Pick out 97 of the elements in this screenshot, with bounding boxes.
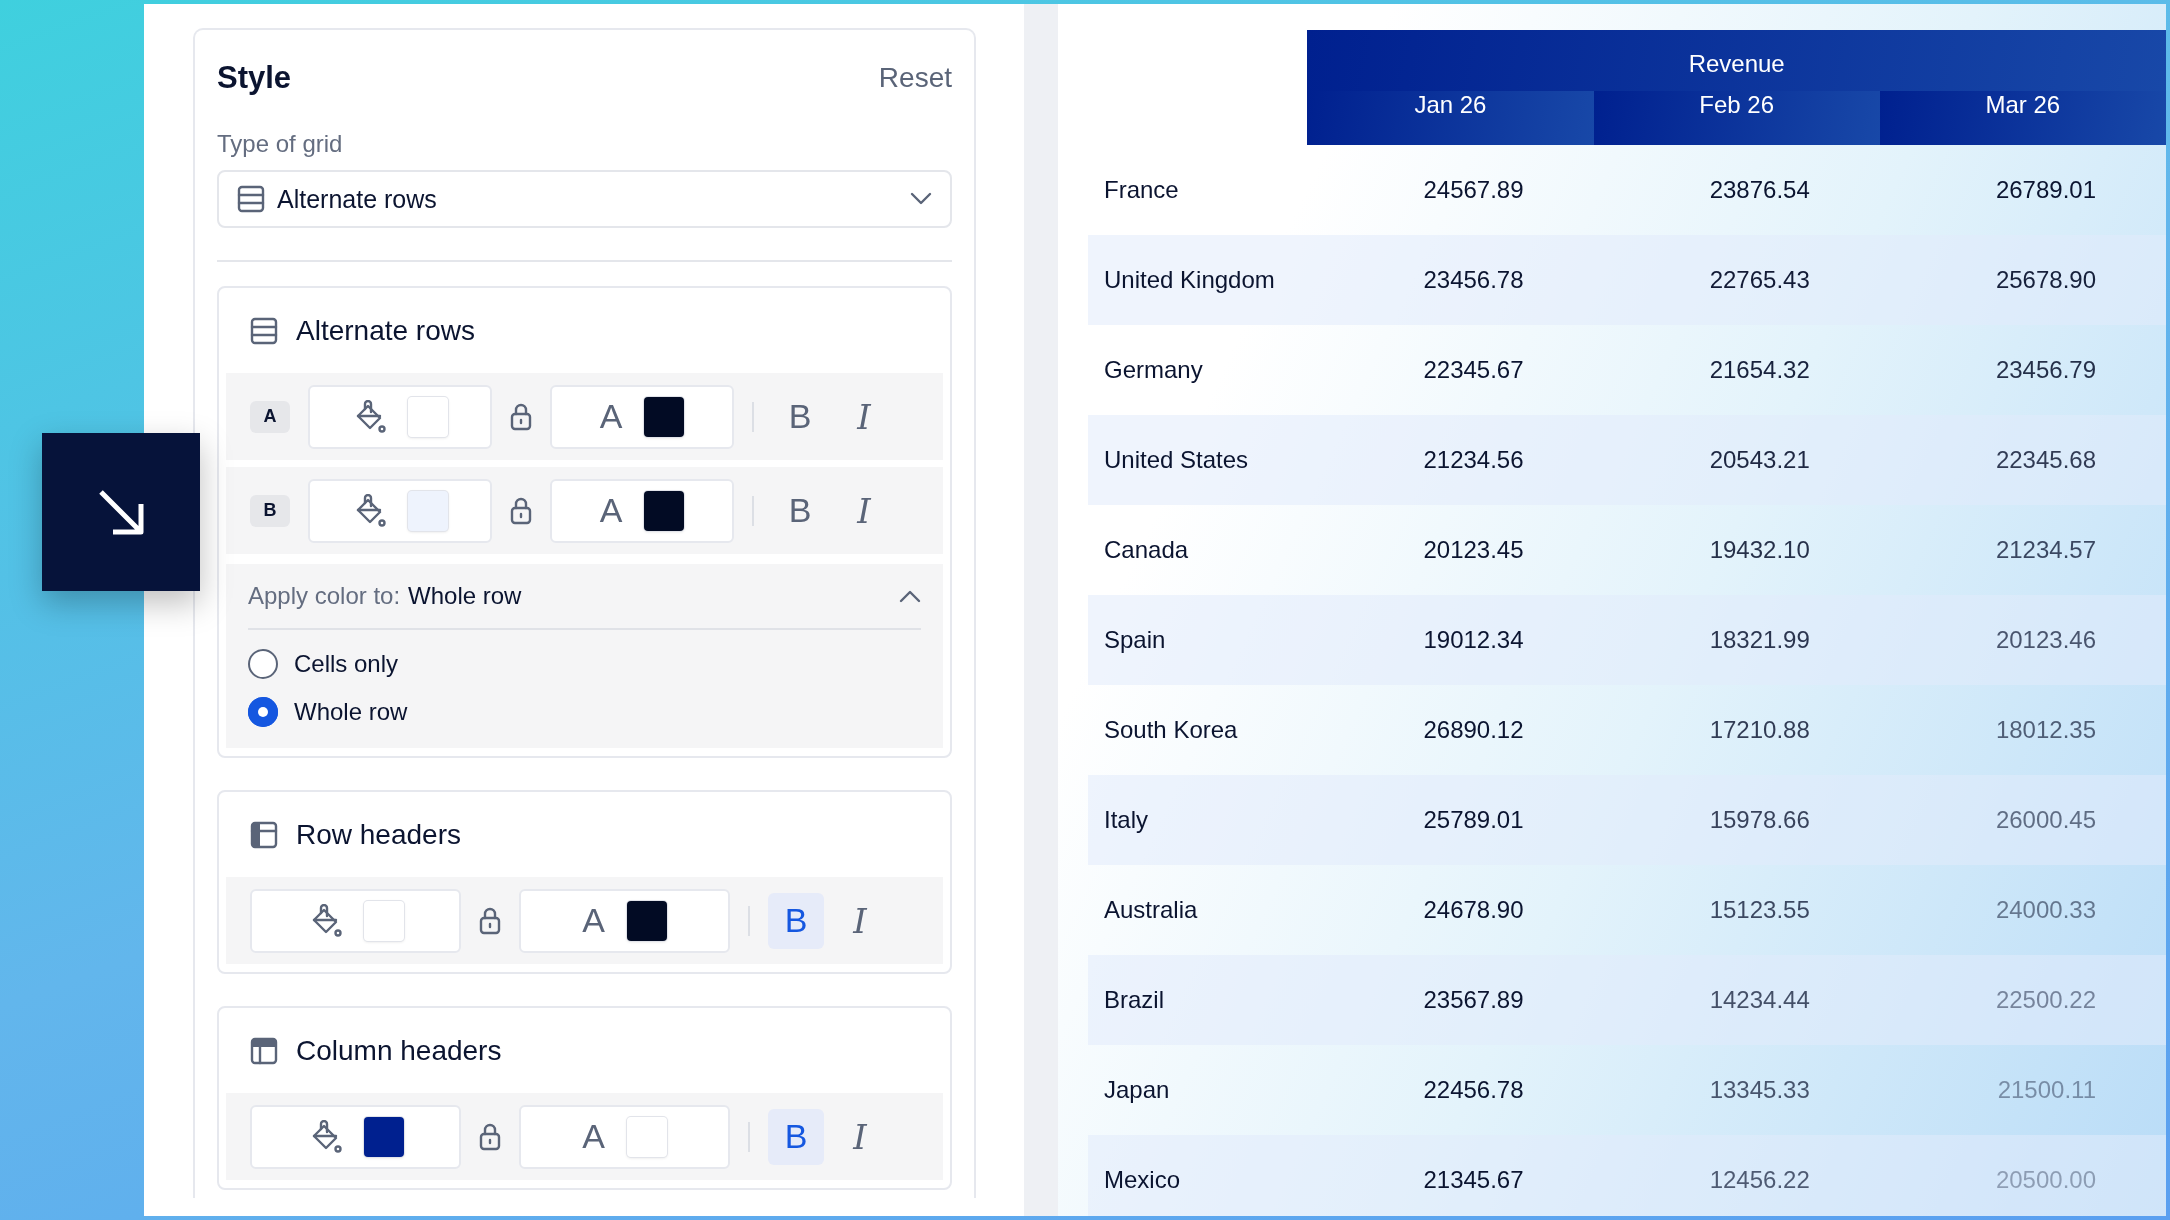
row-header: Mexico	[1088, 1135, 1308, 1216]
grid-type-dropdown[interactable]: Alternate rows	[217, 170, 952, 228]
fill-color-picker[interactable]	[308, 384, 492, 449]
italic-button[interactable]: I	[836, 388, 892, 445]
column-header-icon	[250, 1037, 278, 1065]
group-header: Revenue	[1307, 30, 2166, 91]
table-cell: 21654.32	[1593, 325, 1880, 415]
bold-button[interactable]: B	[772, 482, 828, 539]
table-cell: 15978.66	[1593, 775, 1880, 865]
table-cell: 25789.01	[1307, 775, 1594, 865]
rows-grid-icon	[250, 317, 278, 345]
table-cell: 21500.11	[1879, 1045, 2166, 1135]
font-color-label: A	[582, 1117, 605, 1156]
bold-button[interactable]: B	[772, 388, 828, 445]
text-color-picker[interactable]: A	[519, 888, 730, 953]
rows-grid-icon	[237, 185, 265, 213]
fill-color-picker[interactable]	[250, 888, 461, 953]
table-cell: 25678.90	[1879, 235, 2166, 325]
text-color-picker[interactable]: A	[519, 1104, 730, 1169]
italic-button[interactable]: I	[836, 482, 892, 539]
font-color-label: A	[599, 491, 623, 530]
table-cell: 22345.67	[1307, 325, 1594, 415]
table-cell: 18321.99	[1593, 595, 1880, 685]
fill-color-picker[interactable]	[308, 478, 492, 543]
row-header: Japan	[1088, 1045, 1308, 1135]
row-header: Australia	[1088, 865, 1308, 955]
italic-button[interactable]: I	[832, 1108, 888, 1165]
table-cell: 26890.12	[1307, 685, 1594, 775]
radio-button[interactable]	[248, 649, 278, 679]
table-cell: 13345.33	[1593, 1045, 1880, 1135]
row-header: Brazil	[1088, 955, 1308, 1045]
dropdown-value: Alternate rows	[277, 184, 438, 214]
table-cell: 21345.67	[1307, 1135, 1594, 1216]
row-header: France	[1088, 145, 1308, 235]
chevron-down-icon	[910, 192, 932, 206]
table-cell: 12456.22	[1593, 1135, 1880, 1216]
column-header: Jan 26	[1307, 91, 1594, 145]
font-color-label: A	[599, 397, 623, 436]
chevron-up-icon	[899, 589, 921, 603]
lock-icon[interactable]	[478, 905, 502, 936]
row-header: United Kingdom	[1088, 235, 1308, 325]
table-cell: 22765.43	[1593, 235, 1880, 325]
table-cell: 21234.56	[1307, 415, 1594, 505]
table-cell: 21234.57	[1879, 505, 2166, 595]
section-title: Alternate rows	[296, 315, 475, 347]
field-label: Type of grid	[217, 130, 344, 158]
table-cell: 24000.33	[1879, 865, 2166, 955]
radio-label[interactable]: Cells only	[294, 650, 399, 678]
table-cell: 20123.46	[1879, 595, 2166, 685]
text-color-picker[interactable]: A	[550, 384, 734, 449]
table-cell: 20123.45	[1307, 505, 1594, 595]
table-cell: 23456.79	[1879, 325, 2166, 415]
lock-icon[interactable]	[509, 401, 533, 432]
table-cell: 23876.54	[1593, 145, 1880, 235]
bold-button[interactable]: B	[768, 1108, 824, 1165]
row-badge: B	[250, 494, 290, 527]
table-cell: 19012.34	[1307, 595, 1594, 685]
section-title: Row headers	[296, 819, 461, 851]
table-cell: 26000.45	[1879, 775, 2166, 865]
table-cell: 15123.55	[1593, 865, 1880, 955]
reset-button[interactable]: Reset	[878, 62, 952, 94]
table-cell: 24678.90	[1307, 865, 1594, 955]
font-color-label: A	[582, 901, 605, 940]
radio-button[interactable]	[248, 697, 278, 727]
bold-button[interactable]: B	[768, 892, 824, 949]
apply-color-toggle[interactable]: Apply color to: Whole row	[248, 564, 921, 628]
table-cell: 19432.10	[1593, 505, 1880, 595]
lock-icon[interactable]	[509, 495, 533, 526]
table-cell: 22345.68	[1879, 415, 2166, 505]
row-header: Italy	[1088, 775, 1308, 865]
row-header-icon	[250, 821, 278, 849]
row-header: United States	[1088, 415, 1308, 505]
table-cell: 14234.44	[1593, 955, 1880, 1045]
table-cell: 23567.89	[1307, 955, 1594, 1045]
italic-button[interactable]: I	[832, 892, 888, 949]
table-cell: 18012.35	[1879, 685, 2166, 775]
table-cell: 23456.78	[1307, 235, 1594, 325]
column-header: Feb 26	[1593, 91, 1880, 145]
table-cell: 22456.78	[1307, 1045, 1594, 1135]
row-header: Canada	[1088, 505, 1308, 595]
table-cell: 20543.21	[1593, 415, 1880, 505]
row-badge: A	[250, 400, 290, 433]
table-cell: 22500.22	[1879, 955, 2166, 1045]
table-cell: 20500.00	[1879, 1135, 2166, 1216]
row-header: South Korea	[1088, 685, 1308, 775]
section-title: Column headers	[296, 1035, 502, 1067]
table-cell: 24567.89	[1307, 145, 1594, 235]
fill-color-picker[interactable]	[250, 1104, 461, 1169]
radio-label[interactable]: Whole row	[294, 698, 408, 726]
table-cell: 26789.01	[1879, 145, 2166, 235]
row-header: Germany	[1088, 325, 1308, 415]
text-color-picker[interactable]: A	[550, 478, 734, 543]
column-header: Mar 26	[1879, 91, 2166, 145]
row-header: Spain	[1088, 595, 1308, 685]
table-cell: 17210.88	[1593, 685, 1880, 775]
panel-title: Style	[217, 60, 292, 96]
lock-icon[interactable]	[478, 1121, 502, 1152]
